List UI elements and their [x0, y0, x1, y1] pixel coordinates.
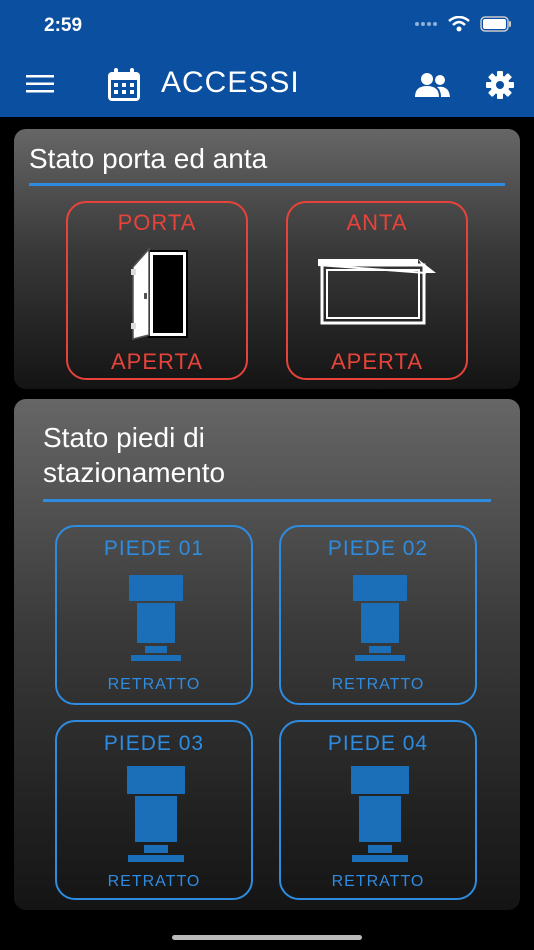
app-header: 2:59 ACCESSI — [0, 0, 534, 117]
tile-state: APERTA — [111, 349, 203, 374]
status-icons — [414, 16, 512, 32]
gear-icon[interactable] — [486, 71, 514, 99]
door-icon — [131, 247, 188, 340]
tile-state: RETRATTO — [331, 873, 425, 890]
foot-tile-01[interactable]: PIEDE 01 RETRATTO — [55, 525, 253, 705]
page-title: ACCESSI — [161, 66, 300, 99]
tile-state: APERTA — [331, 349, 423, 374]
stabilizer-foot-icon — [129, 575, 183, 661]
menu-icon[interactable] — [26, 73, 54, 95]
panel-title-line1: Stato piedi di — [43, 422, 205, 453]
stabilizer-foot-icon — [353, 575, 407, 661]
status-time: 2:59 — [44, 15, 83, 36]
tile-label: PIEDE 02 — [327, 537, 429, 560]
wifi-icon — [448, 16, 470, 32]
tile-label: PORTA — [117, 210, 197, 235]
signal-icon — [415, 22, 437, 26]
feet-status-panel: Stato piedi di stazionamento PIEDE 01 RE… — [14, 399, 520, 910]
home-indicator[interactable] — [172, 935, 362, 940]
battery-icon — [480, 16, 511, 32]
foot-tile-04[interactable]: PIEDE 04 RETRATTO — [279, 720, 477, 900]
door-tile[interactable]: PORTA APERTA — [66, 201, 248, 380]
tile-state: RETRATTO — [107, 676, 201, 693]
users-icon[interactable] — [413, 72, 451, 98]
tile-label: PIEDE 04 — [327, 732, 429, 755]
tile-label: PIEDE 01 — [103, 537, 205, 560]
foot-tile-03[interactable]: PIEDE 03 RETRATTO — [55, 720, 253, 900]
tile-label: ANTA — [346, 210, 408, 235]
stabilizer-foot-icon — [127, 766, 185, 862]
foot-tile-02[interactable]: PIEDE 02 RETRATTO — [279, 525, 477, 705]
tile-state: RETRATTO — [107, 873, 201, 890]
hatch-tile[interactable]: ANTA APERTA — [286, 201, 468, 380]
door-status-panel: Stato porta ed anta PORTA APERTA ANTA AP… — [14, 129, 520, 389]
panel-title-line2: stazionamento — [43, 457, 226, 488]
panel-title: Stato porta ed anta — [29, 143, 268, 174]
tile-label: PIEDE 03 — [103, 732, 205, 755]
stabilizer-foot-icon — [351, 766, 409, 862]
tile-state: RETRATTO — [331, 676, 425, 693]
divider — [43, 499, 491, 502]
hatch-icon — [318, 259, 436, 325]
calendar-icon — [108, 68, 140, 101]
divider — [29, 183, 505, 186]
